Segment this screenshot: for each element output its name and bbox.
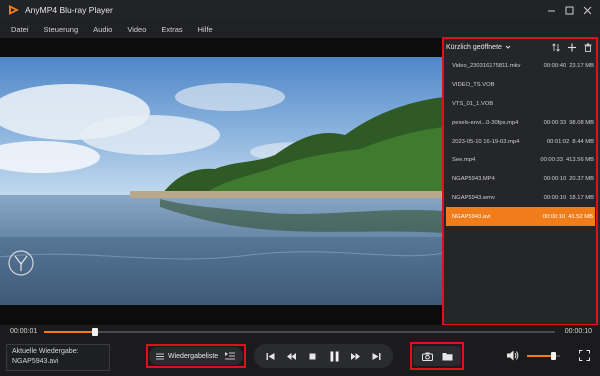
transport-controls (254, 344, 393, 368)
title-bar: AnyMP4 Blu-ray Player (0, 0, 600, 20)
video-frame[interactable] (0, 57, 443, 305)
item-size: 23.17 MB (569, 63, 594, 70)
playlist-header: Kürzlich geöffnete (442, 38, 600, 56)
play-order-icon[interactable] (225, 352, 235, 360)
playlist-item-active[interactable]: NGAP5943.avi 00:00:10 41.52 MB (446, 207, 595, 227)
item-duration: 00:00:10 (543, 194, 567, 201)
skip-previous-icon[interactable] (264, 349, 278, 363)
menu-audio[interactable]: Audio (86, 25, 120, 34)
trash-icon[interactable] (584, 42, 592, 52)
item-name: VTS_01_1.VOB (452, 100, 494, 107)
item-duration: 00:00:33 (540, 157, 563, 164)
item-name: 2023-05-10 16-19-03.mp4 (452, 138, 520, 145)
rewind-icon[interactable] (285, 349, 299, 363)
skip-next-icon[interactable] (369, 349, 383, 363)
fast-forward-icon[interactable] (348, 349, 362, 363)
item-duration: 00:00:10 (543, 176, 567, 183)
volume-slider[interactable] (527, 352, 560, 360)
item-name: pexels-envi...0-30fps.mp4 (452, 119, 519, 126)
playlist-panel: Kürzlich geöffnete Video_230316175811.mk… (442, 38, 600, 325)
control-bar: Aktuelle Wiedergabe: NGAP5943.avi Wieder… (0, 340, 600, 376)
item-size: 98.08 MB (569, 119, 594, 126)
playlist-item[interactable]: 2023-05-10 16-19-03.mp4 00:01:02 8.44 MB (442, 132, 600, 151)
item-size: 18.17 MB (569, 194, 594, 201)
now-playing-box: Aktuelle Wiedergabe: NGAP5943.avi (6, 344, 110, 371)
video-area[interactable] (0, 38, 443, 325)
item-size: 20.37 MB (569, 176, 594, 183)
menu-video[interactable]: Video (120, 25, 154, 34)
progress-bar[interactable] (44, 328, 555, 336)
fullscreen-icon[interactable] (579, 350, 590, 361)
menu-extras[interactable]: Extras (154, 25, 190, 34)
watermark-logo-icon (8, 250, 34, 276)
playlist-item[interactable]: Video_230316175811.mkv 00:00:40 23.17 MB (442, 57, 600, 76)
item-name: NGAP5943.wmv (452, 194, 495, 201)
item-name: Video_230316175811.mkv (452, 63, 521, 70)
progress-row: 00:00:01 00:00:10 (0, 325, 600, 340)
close-icon[interactable] (578, 0, 596, 20)
playlist-tools (552, 38, 592, 56)
volume-icon[interactable] (507, 350, 519, 361)
playlist-item[interactable]: NGAP5943.MP4 00:00:10 20.37 MB (442, 170, 600, 189)
volume-fill (527, 355, 554, 357)
total-time: 00:00:10 (564, 328, 592, 335)
list-icon (156, 353, 164, 359)
minimize-icon[interactable] (542, 0, 560, 20)
chevron-down-icon[interactable] (505, 44, 511, 50)
playlist-button-label: Wiedergabeliste (168, 352, 219, 360)
playlist-item[interactable]: VIDEO_TS.VOB (442, 76, 600, 95)
item-name: NGAP5943.MP4 (452, 176, 495, 183)
stop-icon[interactable] (306, 349, 320, 363)
item-size: 8.44 MB (572, 138, 594, 145)
playlist-item[interactable]: pexels-envi...0-30fps.mp4 00:00:33 98.08 M… (442, 113, 600, 132)
progress-handle[interactable] (92, 328, 99, 336)
menu-datei[interactable]: Datei (4, 25, 37, 34)
item-size: 413.56 MB (565, 157, 594, 164)
add-icon[interactable] (568, 43, 576, 52)
item-name: VIDEO_TS.VOB (452, 82, 495, 89)
volume-handle[interactable] (551, 352, 557, 360)
pause-icon[interactable] (327, 349, 341, 363)
app-title: AnyMP4 Blu-ray Player (25, 5, 113, 15)
item-duration: 00:00:10 (542, 213, 566, 220)
menu-bar: Datei Steuerung Audio Video Extras Hilfe (0, 20, 600, 38)
playlist-title[interactable]: Kürzlich geöffnete (446, 44, 502, 51)
current-time: 00:00:01 (10, 328, 38, 335)
now-playing-label: Aktuelle Wiedergabe: (12, 348, 79, 355)
snapshot-tools (413, 346, 461, 366)
playlist-item[interactable]: VTS_01_1.VOB (442, 95, 600, 114)
item-duration: 00:01:02 (546, 138, 570, 145)
progress-fill (44, 331, 96, 333)
playlist-item[interactable]: NGAP5943.wmv 00:00:10 18.17 MB (442, 189, 600, 208)
sort-icon[interactable] (552, 42, 560, 52)
item-size: 41.52 MB (568, 213, 593, 220)
item-name: NGAP5943.avi (452, 213, 491, 220)
item-name: See.mp4 (452, 157, 476, 164)
now-playing-file: NGAP5943.avi (12, 358, 59, 365)
playlist-list: Video_230316175811.mkv 00:00:40 23.17 MB V… (442, 57, 600, 227)
playlist-button[interactable]: Wiedergabeliste (149, 347, 243, 365)
maximize-icon[interactable] (560, 0, 578, 20)
camera-icon[interactable] (421, 352, 433, 361)
playlist-item[interactable]: See.mp4 00:00:33 413.56 MB (442, 151, 600, 170)
window-controls (542, 0, 596, 20)
folder-icon[interactable] (442, 352, 453, 361)
item-duration: 00:00:33 (543, 119, 567, 126)
menu-steuerung[interactable]: Steuerung (37, 25, 87, 34)
menu-hilfe[interactable]: Hilfe (191, 25, 221, 34)
item-duration: 00:00:40 (543, 63, 567, 70)
app-logo-icon (9, 5, 19, 15)
